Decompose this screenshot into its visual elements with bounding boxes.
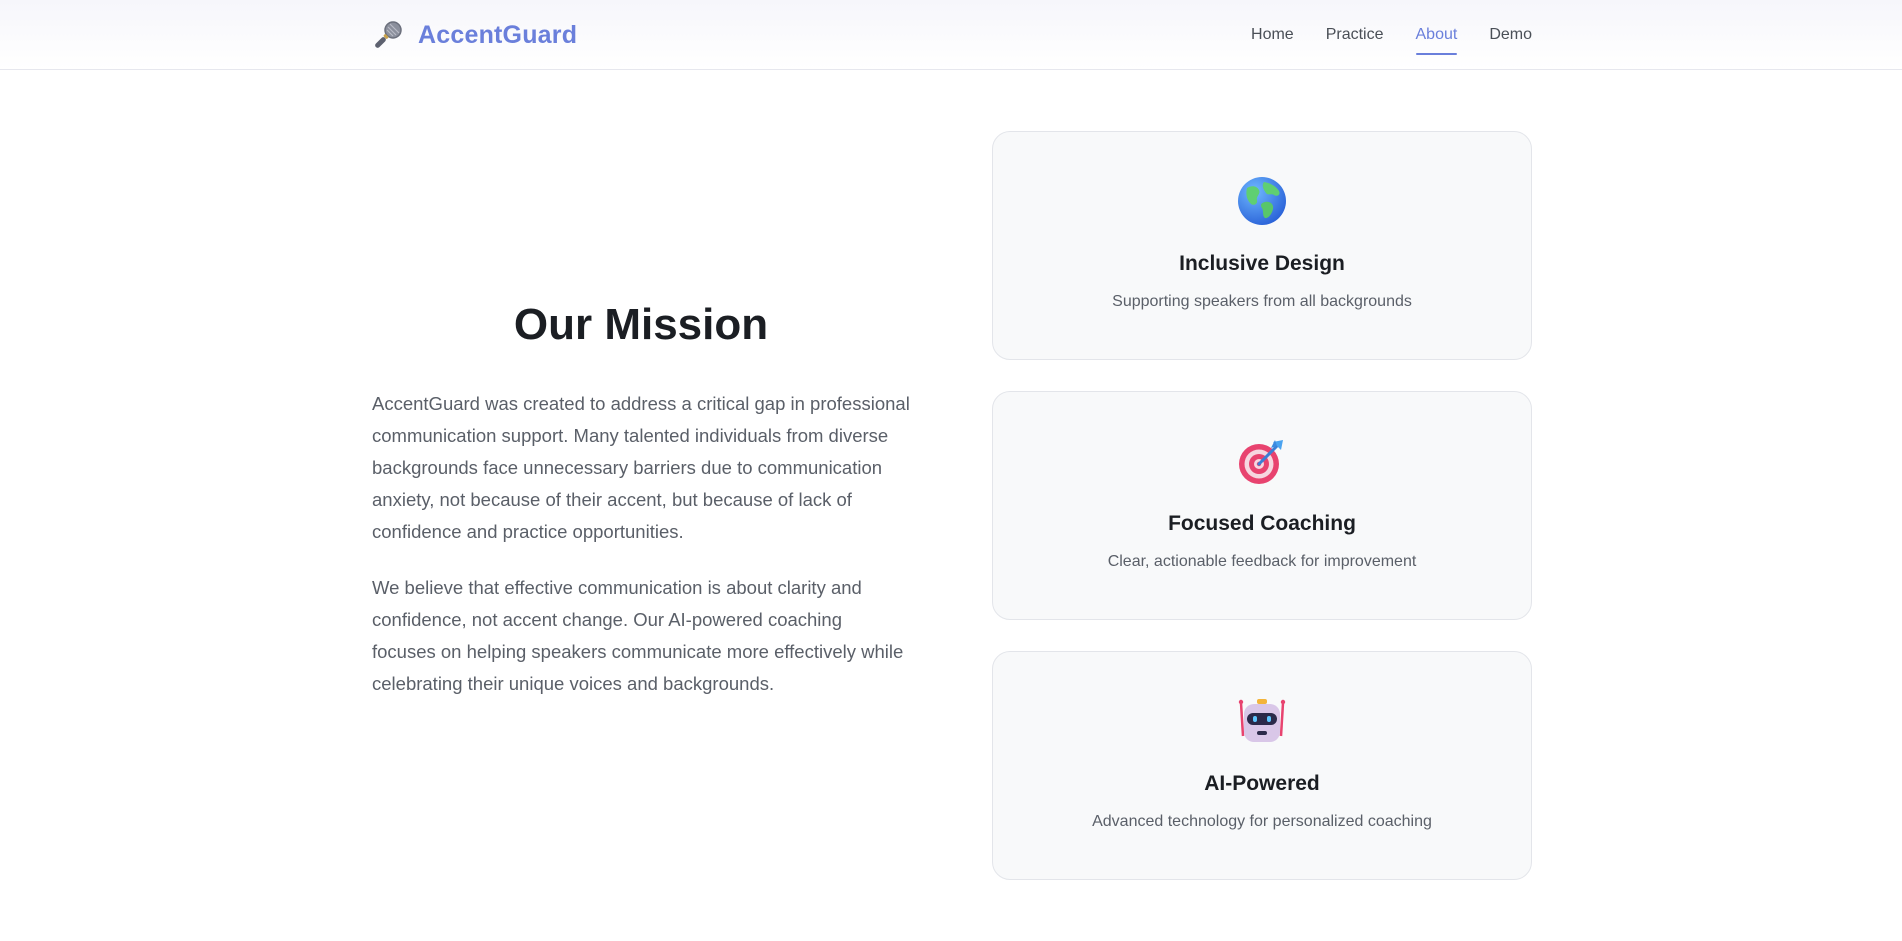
feature-cards: Inclusive Design Supporting speakers fro… xyxy=(992,131,1532,911)
feature-title: Focused Coaching xyxy=(1168,512,1356,535)
robot-icon xyxy=(1237,696,1287,746)
target-icon xyxy=(1237,436,1287,486)
mission-paragraph-2: We believe that effective communication … xyxy=(372,577,904,694)
mission-title: Our Mission xyxy=(513,300,769,349)
navbar-inner: AccentGuard Home Practice About Demo xyxy=(372,0,1532,70)
microphone-icon xyxy=(372,19,404,51)
brand-name: AccentGuard xyxy=(418,20,578,49)
brand-logo[interactable]: AccentGuard xyxy=(372,19,577,51)
mission-section: Our Mission AccentGuard was created to a… xyxy=(372,300,910,724)
nav-links: Home Practice About Demo xyxy=(1251,0,1532,70)
mission-paragraph-1: AccentGuard was created to address a cri… xyxy=(372,393,910,542)
nav-link-demo[interactable]: Demo xyxy=(1489,0,1532,70)
feature-card-ai-powered: AI-Powered Advanced technology for perso… xyxy=(992,651,1532,880)
feature-title: Inclusive Design xyxy=(1179,252,1345,275)
nav-link-practice[interactable]: Practice xyxy=(1326,0,1384,70)
globe-icon xyxy=(1237,176,1287,226)
feature-card-inclusive-design: Inclusive Design Supporting speakers fro… xyxy=(992,131,1532,360)
top-navbar: AccentGuard Home Practice About Demo xyxy=(0,0,1902,70)
feature-card-focused-coaching: Focused Coaching Clear, actionable feedb… xyxy=(992,391,1532,620)
nav-link-home[interactable]: Home xyxy=(1251,0,1294,70)
feature-description: Supporting speakers from all backgrounds xyxy=(1112,293,1412,310)
feature-description: Clear, actionable feedback for improveme… xyxy=(1107,553,1417,570)
feature-description: Advanced technology for personalized coa… xyxy=(1092,813,1432,830)
nav-link-about[interactable]: About xyxy=(1415,0,1457,70)
feature-title: AI-Powered xyxy=(1204,772,1320,795)
